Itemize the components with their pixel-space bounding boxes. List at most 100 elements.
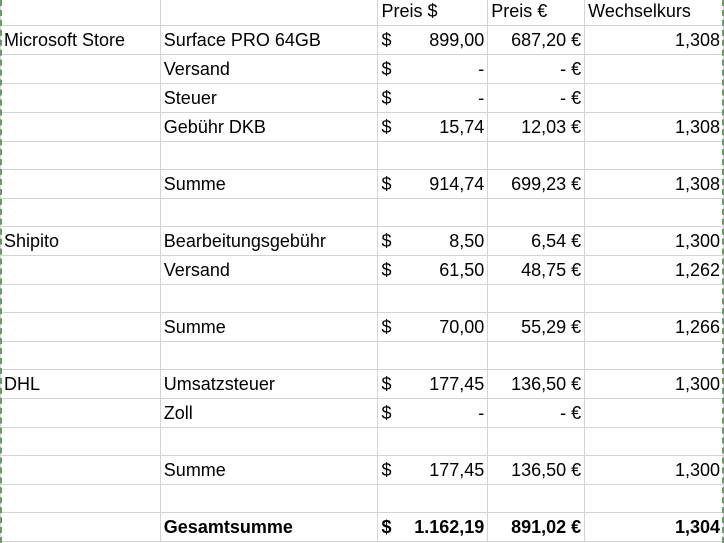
header-preis-eur[interactable]: Preis € bbox=[487, 0, 586, 26]
item-cell[interactable]: Summe bbox=[159, 312, 379, 342]
kurs-cell[interactable] bbox=[584, 198, 724, 227]
group-cell[interactable] bbox=[0, 198, 161, 227]
group-cell[interactable] bbox=[0, 512, 161, 542]
item-cell[interactable] bbox=[159, 341, 379, 370]
usd-cell[interactable] bbox=[377, 484, 489, 513]
total-label[interactable]: Gesamtsumme bbox=[159, 512, 379, 542]
eur-cell[interactable] bbox=[487, 484, 586, 513]
table-row: Summe $177,45 136,50 €1,300 bbox=[0, 455, 724, 485]
eur-cell[interactable]: - € bbox=[487, 54, 586, 84]
usd-cell[interactable]: $8,50 bbox=[377, 226, 489, 256]
usd-cell[interactable] bbox=[377, 341, 489, 370]
eur-cell[interactable] bbox=[487, 427, 586, 456]
kurs-cell[interactable] bbox=[584, 83, 724, 113]
kurs-cell[interactable] bbox=[584, 484, 724, 513]
eur-cell[interactable]: 136,50 € bbox=[487, 455, 586, 485]
usd-cell[interactable]: $899,00 bbox=[377, 25, 489, 55]
kurs-cell[interactable]: 1,300 bbox=[584, 226, 724, 256]
group-cell[interactable] bbox=[0, 255, 161, 285]
kurs-cell[interactable] bbox=[584, 284, 724, 313]
group-cell[interactable]: Microsoft Store bbox=[0, 25, 161, 55]
usd-cell[interactable]: $61,50 bbox=[377, 255, 489, 285]
group-cell[interactable] bbox=[0, 312, 161, 342]
kurs-cell[interactable]: 1,300 bbox=[584, 369, 724, 399]
usd-cell[interactable]: $ - bbox=[377, 54, 489, 84]
eur-cell[interactable]: 12,03 € bbox=[487, 112, 586, 142]
usd-cell[interactable] bbox=[377, 284, 489, 313]
usd-cell[interactable]: $177,45 bbox=[377, 369, 489, 399]
kurs-cell[interactable]: 1,266 bbox=[584, 312, 724, 342]
group-cell[interactable] bbox=[0, 341, 161, 370]
eur-cell[interactable]: 6,54 € bbox=[487, 226, 586, 256]
usd-cell[interactable]: $ - bbox=[377, 83, 489, 113]
group-cell[interactable] bbox=[0, 484, 161, 513]
eur-cell[interactable]: 48,75 € bbox=[487, 255, 586, 285]
eur-cell[interactable]: - € bbox=[487, 83, 586, 113]
header-preis-usd[interactable]: Preis $ bbox=[377, 0, 489, 26]
group-cell[interactable]: DHL bbox=[0, 369, 161, 399]
group-cell[interactable] bbox=[0, 398, 161, 428]
group-cell[interactable] bbox=[0, 141, 161, 170]
item-cell[interactable] bbox=[159, 284, 379, 313]
kurs-cell[interactable]: 1,300 bbox=[584, 455, 724, 485]
item-cell[interactable]: Gebühr DKB bbox=[159, 112, 379, 142]
eur-cell[interactable] bbox=[487, 198, 586, 227]
kurs-cell[interactable]: 1,308 bbox=[584, 169, 724, 199]
eur-cell[interactable] bbox=[487, 141, 586, 170]
table-row: Summe $70,00 55,29 €1,266 bbox=[0, 312, 724, 342]
item-cell[interactable]: Steuer bbox=[159, 83, 379, 113]
item-cell[interactable]: Surface PRO 64GB bbox=[159, 25, 379, 55]
item-cell[interactable]: Summe bbox=[159, 455, 379, 485]
header-cell-empty[interactable] bbox=[159, 0, 379, 26]
item-cell[interactable]: Bearbeitungsgebühr bbox=[159, 226, 379, 256]
item-cell[interactable] bbox=[159, 484, 379, 513]
group-cell[interactable]: Shipito bbox=[0, 226, 161, 256]
eur-cell[interactable]: 699,23 € bbox=[487, 169, 586, 199]
item-cell[interactable] bbox=[159, 427, 379, 456]
usd-cell[interactable] bbox=[377, 141, 489, 170]
usd-cell[interactable]: $ - bbox=[377, 398, 489, 428]
kurs-cell[interactable] bbox=[584, 341, 724, 370]
usd-amount: 177,45 bbox=[429, 374, 485, 394]
eur-cell[interactable] bbox=[487, 341, 586, 370]
kurs-cell[interactable] bbox=[584, 427, 724, 456]
group-cell[interactable] bbox=[0, 455, 161, 485]
group-cell[interactable] bbox=[0, 284, 161, 313]
item-cell[interactable]: Zoll bbox=[159, 398, 379, 428]
group-cell[interactable] bbox=[0, 83, 161, 113]
spreadsheet: Preis $ Preis € Wechselkurs Microsoft St… bbox=[0, 0, 724, 543]
item-cell[interactable]: Versand bbox=[159, 54, 379, 84]
dollar-symbol: $ bbox=[381, 174, 392, 194]
group-cell[interactable] bbox=[0, 427, 161, 456]
item-cell[interactable]: Summe bbox=[159, 169, 379, 199]
kurs-cell[interactable]: 1,308 bbox=[584, 25, 724, 55]
group-cell[interactable] bbox=[0, 112, 161, 142]
item-cell[interactable] bbox=[159, 198, 379, 227]
item-cell[interactable]: Versand bbox=[159, 255, 379, 285]
item-cell[interactable]: Umsatzsteuer bbox=[159, 369, 379, 399]
total-usd-cell[interactable]: $1.162,19 bbox=[377, 512, 489, 542]
eur-cell[interactable]: 136,50 € bbox=[487, 369, 586, 399]
kurs-cell[interactable]: 1,262 bbox=[584, 255, 724, 285]
kurs-cell[interactable] bbox=[584, 398, 724, 428]
eur-cell[interactable] bbox=[487, 284, 586, 313]
usd-cell[interactable]: $177,45 bbox=[377, 455, 489, 485]
group-cell[interactable] bbox=[0, 169, 161, 199]
eur-cell[interactable]: 55,29 € bbox=[487, 312, 586, 342]
kurs-cell[interactable]: 1,308 bbox=[584, 112, 724, 142]
kurs-cell[interactable] bbox=[584, 141, 724, 170]
usd-cell[interactable]: $914,74 bbox=[377, 169, 489, 199]
header-cell-empty[interactable] bbox=[0, 0, 161, 26]
header-wechselkurs[interactable]: Wechselkurs bbox=[584, 0, 724, 26]
eur-cell[interactable]: - € bbox=[487, 398, 586, 428]
kurs-cell[interactable] bbox=[584, 54, 724, 84]
usd-cell[interactable] bbox=[377, 427, 489, 456]
total-kurs-cell[interactable]: 1,304 bbox=[584, 512, 724, 542]
total-eur-cell[interactable]: 891,02 € bbox=[487, 512, 586, 542]
usd-cell[interactable] bbox=[377, 198, 489, 227]
group-cell[interactable] bbox=[0, 54, 161, 84]
eur-cell[interactable]: 687,20 € bbox=[487, 25, 586, 55]
usd-cell[interactable]: $70,00 bbox=[377, 312, 489, 342]
usd-cell[interactable]: $15,74 bbox=[377, 112, 489, 142]
item-cell[interactable] bbox=[159, 141, 379, 170]
